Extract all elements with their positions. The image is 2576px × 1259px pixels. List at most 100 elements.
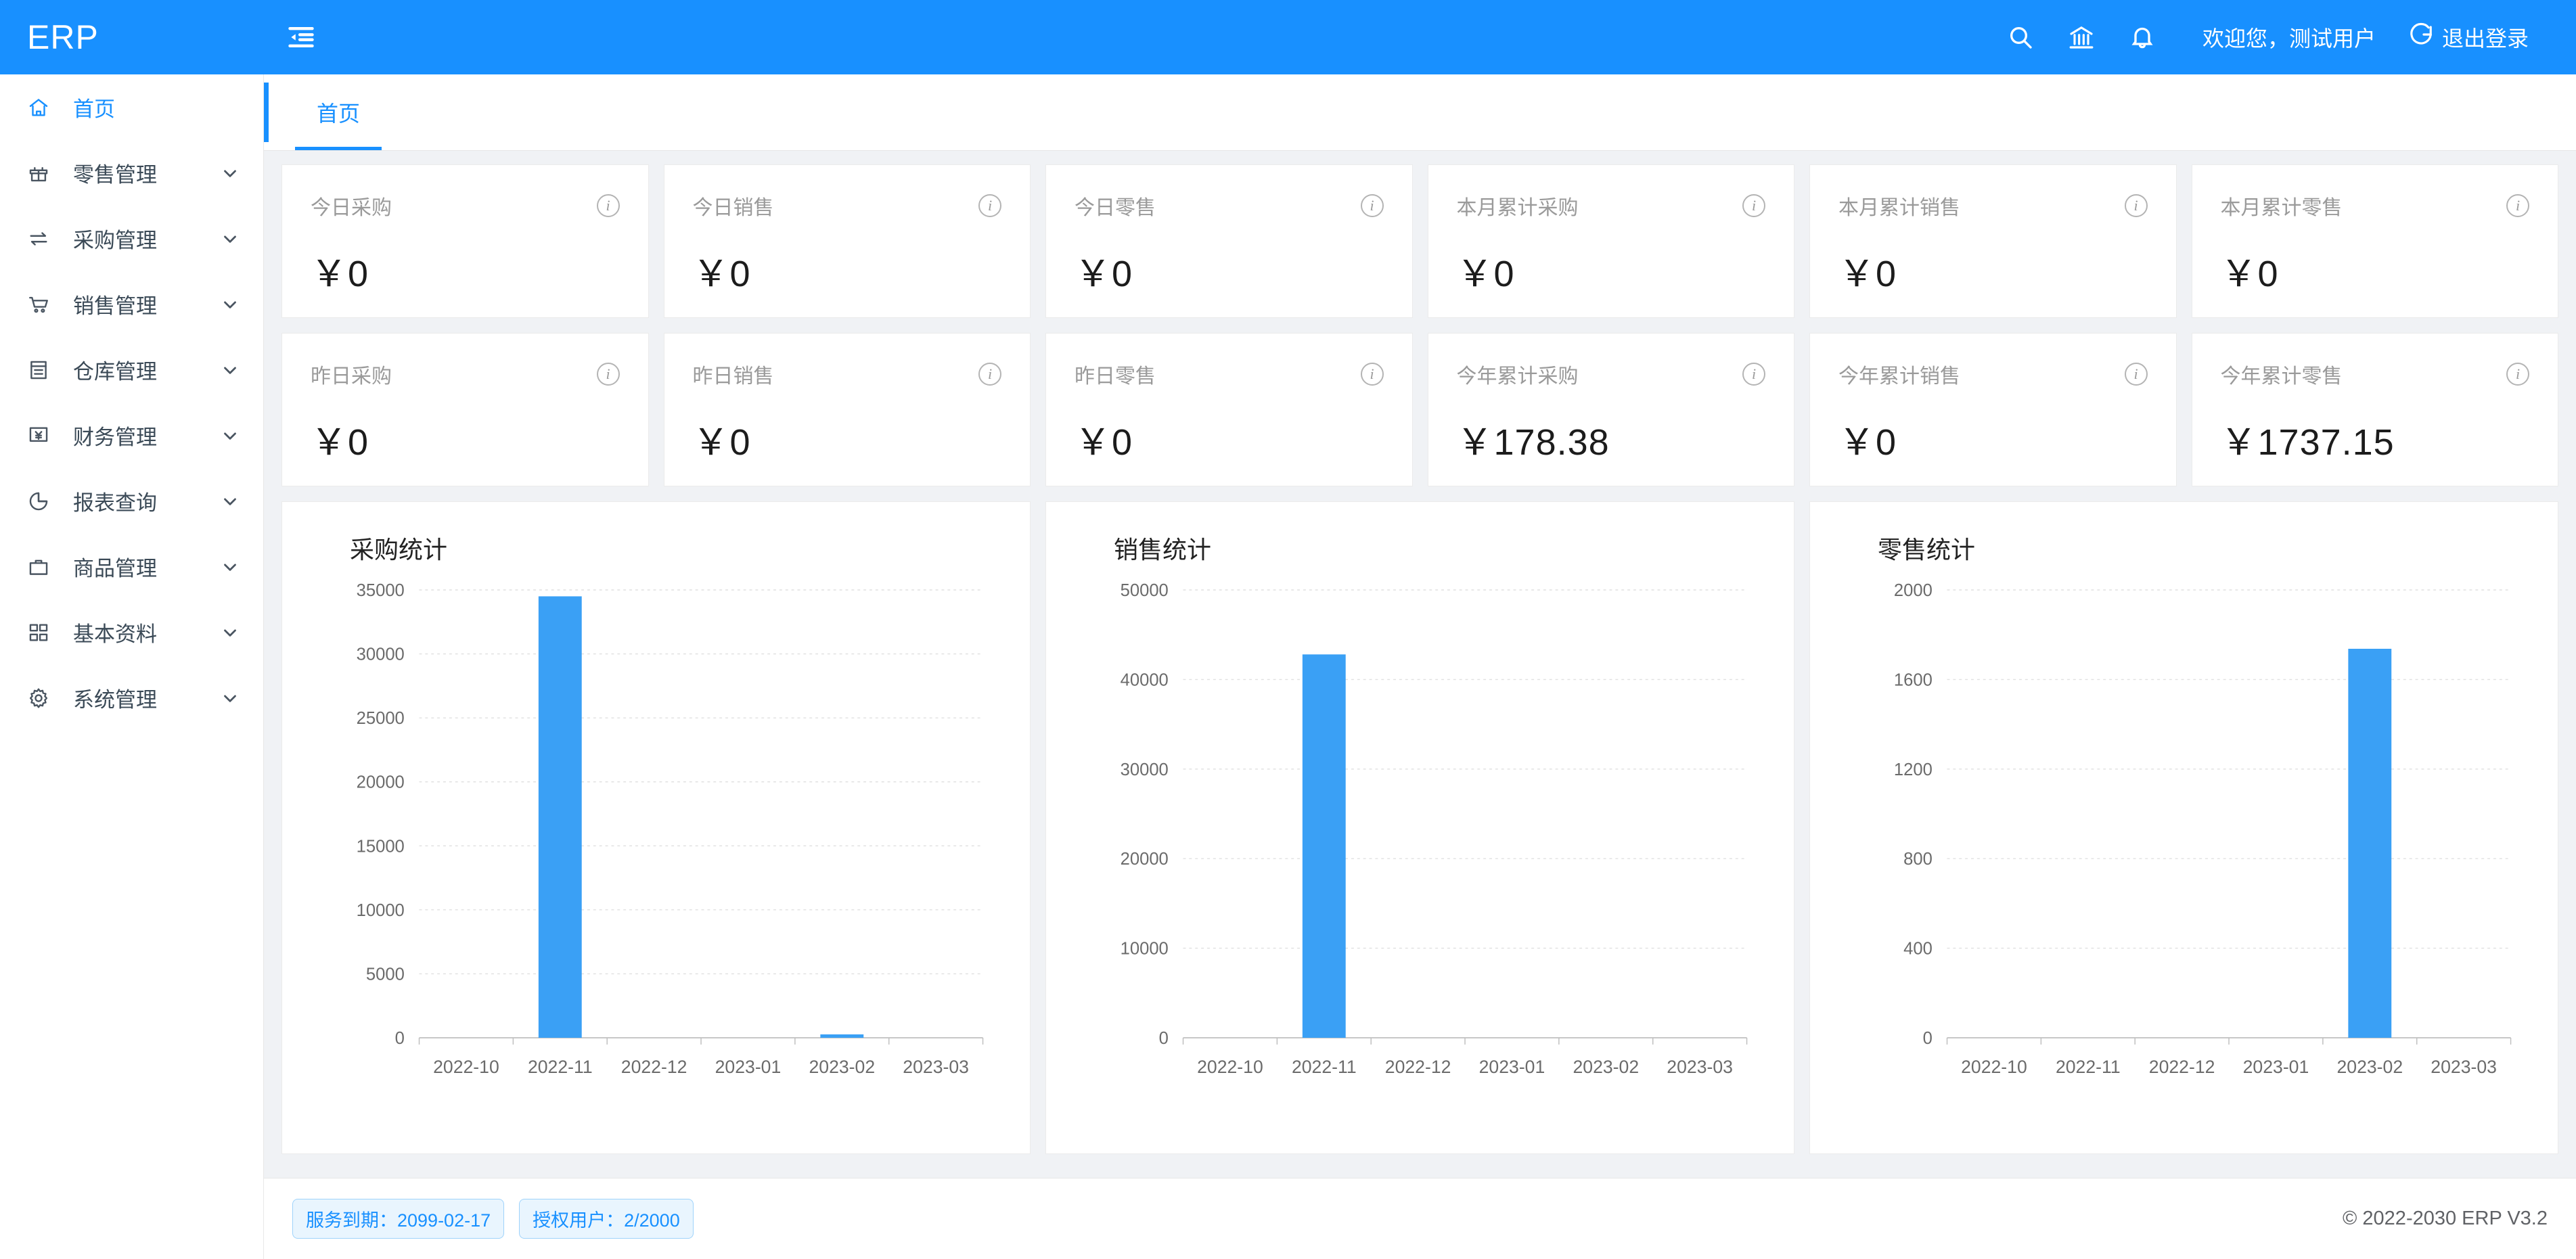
info-icon[interactable]: i xyxy=(2124,194,2148,217)
top-header: ERP 欢迎您，测试用户 退出登录 xyxy=(0,0,2576,74)
chevron-down-icon[interactable] xyxy=(220,163,240,183)
svg-text:2023-01: 2023-01 xyxy=(1479,1057,1545,1077)
bank-icon[interactable] xyxy=(2051,0,2112,74)
stat-card-title: 本月累计销售 xyxy=(1838,197,1960,219)
svg-text:400: 400 xyxy=(1903,939,1933,958)
svg-text:2023-01: 2023-01 xyxy=(2243,1057,2309,1077)
svg-text:0: 0 xyxy=(1923,1029,1933,1048)
svg-text:2022-12: 2022-12 xyxy=(2149,1057,2215,1077)
info-icon[interactable]: i xyxy=(1360,363,1384,386)
svg-text:2022-10: 2022-10 xyxy=(433,1057,499,1077)
info-icon[interactable]: i xyxy=(978,194,1001,217)
chevron-down-icon[interactable] xyxy=(220,491,240,511)
sidebar-item-8[interactable]: 基本资料 xyxy=(0,599,263,665)
stat-card: 昨日采购 i ￥0 xyxy=(281,333,649,486)
svg-text:10000: 10000 xyxy=(1121,939,1169,958)
stat-card-title: 本月累计采购 xyxy=(1456,197,1579,219)
info-icon[interactable]: i xyxy=(1742,194,1765,217)
stat-card-title: 今日销售 xyxy=(692,197,774,219)
stat-card-value: ￥0 xyxy=(1838,422,1897,463)
sidebar-item-label: 零售管理 xyxy=(73,163,157,187)
search-icon[interactable] xyxy=(1990,0,2051,74)
menu-fold-icon[interactable] xyxy=(264,0,338,74)
chevron-down-icon[interactable] xyxy=(220,294,240,315)
logout-button[interactable]: 退出登录 xyxy=(2408,22,2535,53)
stat-card-value: ￥1737.15 xyxy=(2220,422,2395,463)
info-icon[interactable]: i xyxy=(2506,194,2529,217)
stat-card-title: 今日零售 xyxy=(1075,197,1156,219)
chevron-down-icon[interactable] xyxy=(220,688,240,708)
stat-card-value: ￥0 xyxy=(692,254,751,294)
info-icon[interactable]: i xyxy=(1360,194,1384,217)
header-actions: 欢迎您，测试用户 退出登录 xyxy=(1990,0,2576,74)
bell-icon[interactable] xyxy=(2112,0,2173,74)
sidebar-nav: 首页零售管理采购管理 销售管理仓库管理财务管理 报表查询 商品管理 基本资料系统管理 xyxy=(0,74,264,1259)
info-icon[interactable]: i xyxy=(2506,363,2529,386)
chart-plot: 0 5000 10000 15000 20000 25000 30000 35000 2022-… xyxy=(302,571,1010,1112)
stat-card-value: ￥0 xyxy=(311,254,369,294)
tab-accent-bar xyxy=(264,83,269,142)
sidebar-item-0[interactable]: 首页 xyxy=(0,74,263,140)
chevron-down-icon[interactable] xyxy=(220,557,240,577)
chevron-down-icon[interactable] xyxy=(220,360,240,380)
chevron-down-icon[interactable] xyxy=(220,426,240,446)
svg-text:2023-03: 2023-03 xyxy=(1667,1057,1733,1077)
stat-card-header: 今年累计采购 i xyxy=(1456,359,1765,389)
stat-card-title: 今年累计零售 xyxy=(2220,365,2343,388)
svg-text:25000: 25000 xyxy=(357,709,405,728)
stat-card-header: 今日销售 i xyxy=(692,191,1001,221)
svg-text:5000: 5000 xyxy=(366,965,405,984)
sidebar-item-5[interactable]: 财务管理 xyxy=(0,403,263,468)
stat-card-title: 昨日零售 xyxy=(1075,365,1156,388)
svg-text:20000: 20000 xyxy=(1121,850,1169,869)
stat-card-title: 今年累计采购 xyxy=(1456,365,1579,388)
svg-text:30000: 30000 xyxy=(1121,760,1169,779)
svg-text:2022-12: 2022-12 xyxy=(1385,1057,1451,1077)
svg-text:1200: 1200 xyxy=(1894,760,1933,779)
svg-text:15000: 15000 xyxy=(357,837,405,856)
svg-text:1600: 1600 xyxy=(1894,670,1933,689)
welcome-text: 欢迎您，测试用户 xyxy=(2202,26,2376,51)
stat-card-header: 本月累计销售 i xyxy=(1838,191,2148,221)
info-icon[interactable]: i xyxy=(978,363,1001,386)
stat-row-1: 今日采购 i ￥0 今日销售 i ￥0 今日零售 i ￥0 本月累计采购 i ￥0 本月累计销售 i ￥0 本… xyxy=(281,164,2558,318)
sidebar-item-3[interactable]: 销售管理 xyxy=(0,271,263,337)
sidebar-item-label: 仓库管理 xyxy=(73,360,157,384)
info-icon[interactable]: i xyxy=(596,194,620,217)
svg-text:50000: 50000 xyxy=(1121,581,1169,600)
page-footer: 服务到期：2099-02-17 授权用户：2/2000 © 2022-2030 … xyxy=(264,1178,2576,1259)
stat-card-title: 昨日销售 xyxy=(692,365,774,388)
stat-card-title: 今年累计销售 xyxy=(1838,365,1960,388)
stat-card: 本月累计零售 i ￥0 xyxy=(2191,164,2558,318)
blocks-icon xyxy=(27,621,61,644)
sidebar-item-9[interactable]: 系统管理 xyxy=(0,665,263,731)
logout-icon xyxy=(2408,22,2434,53)
stat-card-header: 今日采购 i xyxy=(311,191,620,221)
briefcase-icon xyxy=(27,555,61,578)
tab-home[interactable]: 首页 xyxy=(286,74,391,150)
stat-card: 昨日销售 i ￥0 xyxy=(663,333,1031,486)
info-icon[interactable]: i xyxy=(596,363,620,386)
sidebar-item-4[interactable]: 仓库管理 xyxy=(0,337,263,403)
stat-card-value: ￥0 xyxy=(1838,254,1897,294)
sidebar-item-label: 系统管理 xyxy=(73,688,157,712)
stat-card-value: ￥0 xyxy=(692,422,751,463)
chevron-down-icon[interactable] xyxy=(220,622,240,643)
sidebar-item-1[interactable]: 零售管理 xyxy=(0,140,263,206)
sidebar-item-6[interactable]: 报表查询 xyxy=(0,468,263,534)
copyright-text: © 2022-2030 ERP V3.2 xyxy=(2343,1208,2548,1229)
stat-card-header: 昨日采购 i xyxy=(311,359,620,389)
info-icon[interactable]: i xyxy=(2124,363,2148,386)
chart-title: 销售统计 xyxy=(1114,536,1212,564)
stat-card-title: 今日采购 xyxy=(311,197,392,219)
info-icon[interactable]: i xyxy=(1742,363,1765,386)
sidebar-item-2[interactable]: 采购管理 xyxy=(0,206,263,271)
stat-card-header: 昨日销售 i xyxy=(692,359,1001,389)
money-icon xyxy=(27,424,61,447)
stat-card: 今日零售 i ￥0 xyxy=(1045,164,1413,318)
sidebar-item-7[interactable]: 商品管理 xyxy=(0,534,263,599)
service-expiry-badge: 服务到期：2099-02-17 xyxy=(292,1199,505,1239)
chevron-down-icon[interactable] xyxy=(220,229,240,249)
chart-card: 销售统计 0 10000 20000 30000 40000 50000 2022-10 202… xyxy=(1045,501,1794,1154)
chart-plot: 0 400 800 1200 1600 2000 2022-10 2022-11 2022-12… xyxy=(1830,571,2537,1112)
